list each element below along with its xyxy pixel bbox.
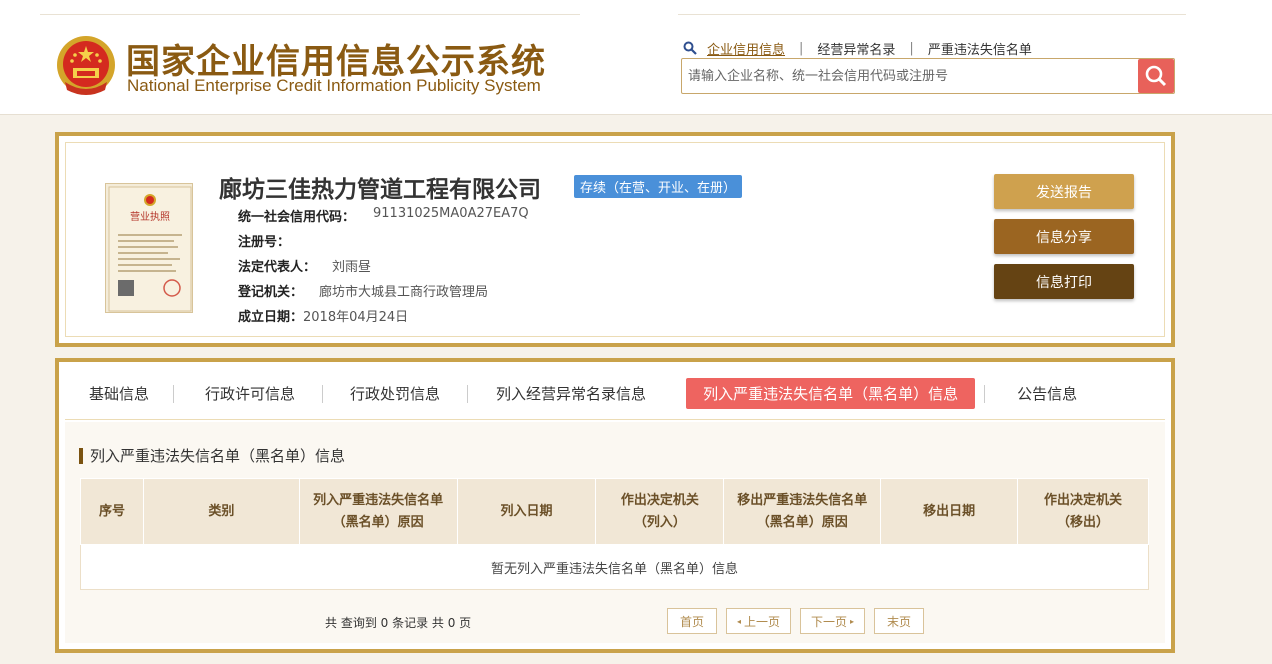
info-value: 刘雨昼 [332, 260, 372, 275]
info-value: 91131025MA0A27EA7Q [373, 206, 529, 221]
national-emblem-icon [57, 36, 115, 95]
tab-admin-penalty[interactable]: 行政处罚信息 [350, 378, 440, 409]
info-row-legal-rep: 法定代表人： 刘雨昼 [238, 256, 371, 275]
license-title: 营业执照 [130, 210, 170, 223]
business-license-image: 营业执照 [108, 186, 192, 312]
pagination-summary: 共 查询到 0 条记录 共 0 页 [325, 616, 472, 630]
nav-link-abnormal-list[interactable]: 经营异常名录 [817, 39, 895, 58]
nav-link-blacklist[interactable]: 严重违法失信名单 [928, 39, 1032, 58]
tab-divider [984, 384, 986, 403]
info-label: 统一社会信用代码： [238, 210, 356, 225]
detail-panel: 基础信息 行政许可信息 行政处罚信息 列入经营异常名录信息 列入严重违法失信名单… [55, 358, 1175, 653]
chevron-left-icon: ◂ [736, 616, 741, 626]
tab-blacklist[interactable]: 列入严重违法失信名单（黑名单）信息 [686, 378, 976, 409]
tab-divider [322, 384, 324, 403]
table-row: 暂无列入严重违法失信名单（黑名单）信息 [80, 544, 1149, 590]
chevron-right-icon: ▸ [850, 616, 855, 626]
nav-divider: | [909, 40, 914, 56]
column-header: 作出决定机关（移出） [1017, 478, 1149, 545]
blacklist-table: 序号 类别 列入严重违法失信名单（黑名单）原因 列入日期 作出决定机关（列入） … [80, 478, 1149, 590]
tab-basic-info[interactable]: 基础信息 [89, 378, 149, 409]
info-label: 登记机关： [238, 285, 304, 300]
info-row-reg-no: 注册号： [238, 231, 290, 250]
last-page-button[interactable]: 末页 [874, 608, 924, 634]
magnifier-icon [683, 41, 697, 55]
send-report-button[interactable]: 发送报告 [994, 174, 1134, 209]
search-button[interactable] [1138, 59, 1174, 93]
header-top-rule-right [678, 14, 1186, 15]
info-label: 注册号： [238, 235, 291, 250]
site-title-en: National Enterprise Credit Information P… [127, 76, 541, 95]
search-input[interactable] [688, 59, 1136, 93]
column-header: 列入日期 [456, 478, 597, 545]
tab-abnormal-list[interactable]: 列入经营异常名录信息 [496, 378, 646, 409]
column-header: 序号 [80, 478, 144, 545]
info-label: 法定代表人： [238, 260, 317, 275]
table-header-row: 序号 类别 列入严重违法失信名单（黑名单）原因 列入日期 作出决定机关（列入） … [80, 478, 1149, 545]
tab-admin-license[interactable]: 行政许可信息 [205, 378, 295, 409]
column-header: 移出严重违法失信名单（黑名单）原因 [723, 478, 882, 545]
status-badge: 存续（在营、开业、在册） [574, 175, 743, 198]
tab-divider [173, 384, 175, 403]
search-icon [1145, 65, 1167, 87]
info-label: 成立日期： [238, 310, 304, 325]
empty-message: 暂无列入严重违法失信名单（黑名单）信息 [80, 544, 1149, 590]
info-row-authority: 登记机关： 廊坊市大城县工商行政管理局 [238, 281, 488, 300]
tab-announcements[interactable]: 公告信息 [1017, 378, 1077, 409]
info-row-credit-code: 统一社会信用代码： 91131025MA0A27EA7Q [238, 206, 529, 225]
info-row-established: 成立日期： 2018年04月24日 [238, 306, 408, 325]
company-name: 廊坊三佳热力管道工程有限公司 [219, 177, 541, 203]
tab-divider [467, 384, 469, 403]
top-nav: 企业信用信息 | 经营异常名录 | 严重违法失信名单 [683, 38, 1032, 58]
site-header: 国家企业信用信息公示系统 National Enterprise Credit … [0, 0, 1272, 115]
column-header: 作出决定机关（列入） [595, 478, 725, 545]
column-header: 列入严重违法失信名单（黑名单）原因 [298, 478, 458, 545]
first-page-button[interactable]: 首页 [667, 608, 717, 634]
column-header: 类别 [142, 478, 300, 545]
info-value: 廊坊市大城县工商行政管理局 [319, 285, 489, 300]
business-license-thumbnail[interactable]: 营业执照 [105, 183, 193, 313]
header-top-rule [40, 14, 580, 15]
next-page-label: 下一页 [810, 614, 847, 629]
company-card: 营业执照 廊坊三佳热力管道工程有限公司 存续（在营、开业、在册） 统一社会信用代… [55, 132, 1175, 347]
print-info-button[interactable]: 信息打印 [994, 264, 1134, 299]
nav-divider: | [799, 40, 804, 56]
section-title: 列入严重违法失信名单（黑名单）信息 [79, 448, 345, 464]
search-bar [681, 58, 1175, 94]
column-header: 移出日期 [880, 478, 1019, 545]
tab-bar: 基础信息 行政许可信息 行政处罚信息 列入经营异常名录信息 列入严重违法失信名单… [65, 368, 1165, 420]
info-value: 2018年04月24日 [303, 310, 409, 325]
prev-page-label: 上一页 [744, 614, 781, 629]
share-info-button[interactable]: 信息分享 [994, 219, 1134, 254]
next-page-button[interactable]: 下一页 ▸ [800, 608, 865, 634]
prev-page-button[interactable]: ◂ 上一页 [726, 608, 791, 634]
nav-link-credit-info[interactable]: 企业信用信息 [707, 39, 785, 58]
